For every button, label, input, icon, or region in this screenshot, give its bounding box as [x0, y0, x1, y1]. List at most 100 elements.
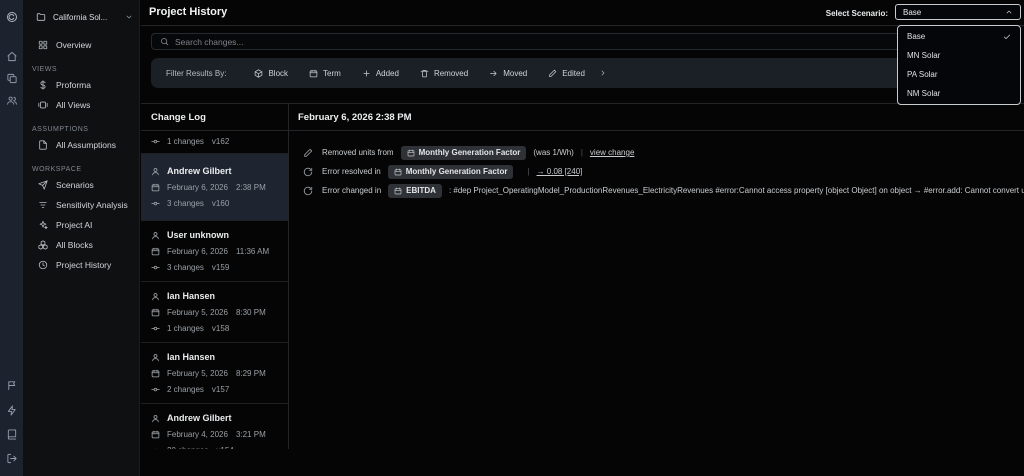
scenario-option-base[interactable]: Base [898, 27, 1020, 46]
sidebar-item-project-ai[interactable]: Project AI [23, 215, 139, 235]
author-name: Andrew Gilbert [167, 166, 232, 176]
filter-label: Term [323, 68, 341, 78]
filter-chips: Block Term Added Removed Moved Edited [254, 69, 585, 78]
scenario-option-nm-solar[interactable]: NM Solar [898, 84, 1020, 103]
commit-icon [151, 446, 160, 449]
sidebar: California Sol... Overview VIEWS Proform… [23, 0, 140, 476]
filter-label: Added [375, 68, 399, 78]
sidebar-item-project-history[interactable]: Project History [23, 255, 139, 275]
entry-time: 8:29 PM [235, 369, 266, 378]
person-icon [151, 353, 160, 362]
logout-icon[interactable] [6, 453, 17, 464]
term-chip-label: Monthly Generation Factor [405, 167, 508, 176]
person-icon [151, 292, 160, 301]
sync-icon [303, 167, 313, 177]
sparkles-icon [38, 220, 48, 230]
change-text: Removed units from [322, 148, 394, 157]
changelog-entry[interactable]: User unknown February 6, 2026 11:36 AM 3 … [141, 221, 288, 282]
filter-term[interactable]: Term [309, 69, 341, 78]
filter-added[interactable]: Added [362, 69, 399, 78]
sidebar-item-label: Overview [56, 40, 92, 50]
section-label-workspace: WORKSPACE [32, 166, 82, 173]
changelog-entry[interactable]: Ian Hansen February 5, 2026 8:29 PM 2 cha… [141, 343, 288, 404]
dollar-icon [38, 80, 48, 90]
projects-icon[interactable] [6, 73, 17, 84]
icon-rail [0, 0, 23, 476]
sidebar-item-all-assumptions[interactable]: All Assumptions [23, 135, 139, 155]
chevron-down-icon [125, 13, 133, 21]
scenario-select-value: Base [903, 7, 922, 17]
calendar-icon [407, 149, 415, 157]
term-chip[interactable]: Monthly Generation Factor [387, 164, 514, 179]
term-chip[interactable]: EBITDA [388, 183, 442, 198]
filter-label: Block [268, 68, 289, 78]
author-name: Ian Hansen [167, 352, 216, 362]
change-row: Error resolved in Monthly Generation Fac… [289, 162, 1024, 181]
sidebar-item-overview[interactable]: Overview [23, 35, 139, 55]
entry-time: 8:30 PM [235, 308, 266, 317]
changes-count: 20 changes [167, 446, 208, 449]
sidebar-item-label: Sensitivity Analysis [56, 200, 128, 210]
sidebar-item-proforma[interactable]: Proforma [23, 75, 139, 95]
app-logo-icon[interactable] [6, 11, 18, 23]
select-scenario-label: Select Scenario: [825, 9, 888, 18]
sync-icon [303, 186, 313, 196]
version-badge: v158 [211, 324, 230, 333]
sidebar-item-label: Project History [56, 260, 112, 270]
page-header: Project History Select Scenario: Base [141, 0, 1024, 26]
shortcuts-zap-icon[interactable] [6, 405, 17, 416]
detail-title: February 6, 2026 2:38 PM [298, 111, 412, 123]
search-icon [160, 37, 169, 46]
filter-removed[interactable]: Removed [420, 69, 468, 78]
sidebar-item-scenarios[interactable]: Scenarios [23, 175, 139, 195]
docs-book-icon[interactable] [6, 429, 17, 440]
sidebar-item-sensitivity-analysis[interactable]: Sensitivity Analysis [23, 195, 139, 215]
search-input[interactable] [175, 36, 1005, 47]
version-badge: v160 [211, 199, 230, 208]
changelog-entry[interactable]: Andrew Gilbert February 4, 2026 3:21 PM 2… [141, 404, 288, 449]
scenario-select[interactable]: Base [895, 4, 1021, 20]
home-icon[interactable] [6, 51, 17, 62]
filter-block[interactable]: Block [254, 69, 288, 78]
term-chip[interactable]: Monthly Generation Factor [400, 145, 527, 160]
changes-count: 1 changes [167, 137, 204, 146]
filter-results-label: Filter Results By: [166, 68, 227, 78]
error-message-text: : #dep Project_OperatingModel_Production… [448, 186, 1024, 195]
filter-bar: Filter Results By: Block Term Added Remo… [151, 58, 1014, 88]
entry-date: February 6, 2026 [167, 183, 228, 192]
changelog-entry-peek[interactable]: 1 changes v162 [141, 131, 288, 154]
project-switcher[interactable]: California Sol... [36, 9, 133, 25]
commit-icon [151, 385, 160, 394]
changelog-entry[interactable]: Ian Hansen February 5, 2026 8:30 PM 1 cha… [141, 282, 288, 343]
sidebar-item-label: Scenarios [56, 180, 94, 190]
option-label: Base [907, 32, 926, 41]
chevron-up-icon [1005, 8, 1013, 16]
filters-chevron-right-icon[interactable] [599, 69, 607, 77]
scenario-option-pa-solar[interactable]: PA Solar [898, 65, 1020, 84]
sidebar-item-all-views[interactable]: All Views [23, 95, 139, 115]
changes-count: 2 changes [167, 385, 204, 394]
change-detail-panel: Removed units from Monthly Generation Fa… [289, 131, 1024, 449]
sidebar-item-label: Project AI [56, 220, 93, 230]
calendar-icon [394, 168, 402, 176]
feedback-flag-icon[interactable] [6, 380, 17, 391]
changelog-entry[interactable]: Andrew Gilbert February 6, 2026 2:38 PM 3… [141, 154, 288, 221]
search-bar[interactable] [151, 33, 1014, 50]
version-badge: v154 [216, 446, 233, 449]
value-change-link[interactable]: → 0.08 [240] [537, 167, 583, 176]
calendar-icon [394, 187, 402, 195]
entry-time: 3:21 PM [235, 430, 266, 439]
option-label: PA Solar [907, 70, 938, 79]
sidebar-item-all-blocks[interactable]: All Blocks [23, 235, 139, 255]
filter-label: Edited [562, 68, 585, 78]
trash-icon [420, 69, 429, 78]
version-badge: v159 [211, 263, 230, 272]
section-label-assumptions: ASSUMPTIONS [32, 126, 89, 133]
author-name: User unknown [167, 230, 230, 240]
scenario-option-mn-solar[interactable]: MN Solar [898, 46, 1020, 65]
changes-count: 3 changes [167, 199, 204, 208]
filter-moved[interactable]: Moved [489, 69, 527, 78]
users-icon[interactable] [6, 95, 17, 106]
filter-edited[interactable]: Edited [548, 69, 585, 78]
view-change-link[interactable]: view change [590, 148, 634, 157]
